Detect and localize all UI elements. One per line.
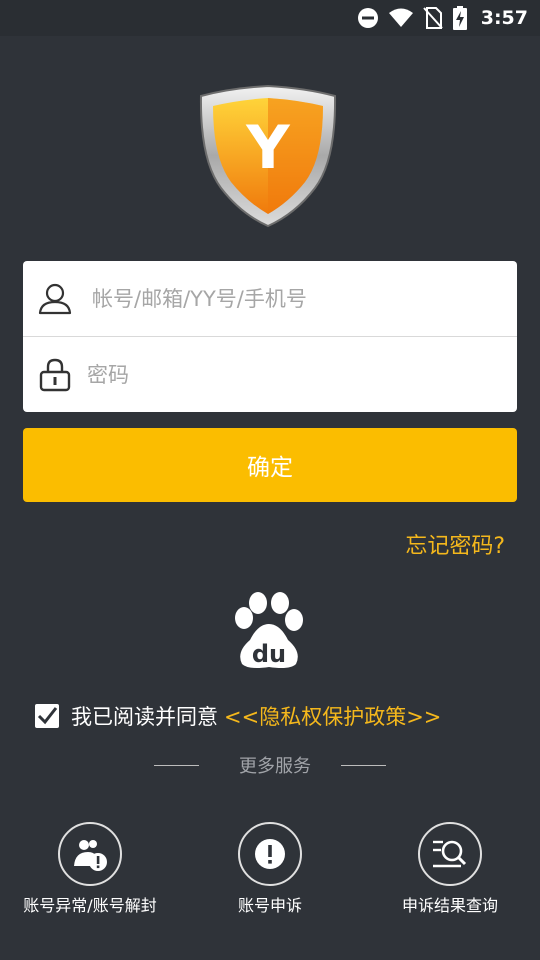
divider-line-right (341, 764, 386, 766)
service-icon-circle (238, 822, 302, 886)
baidu-paw-logo: du (235, 592, 303, 668)
login-form (23, 261, 517, 412)
status-time: 3:57 (480, 7, 528, 29)
divider-line-left (154, 764, 199, 766)
agreement-checkbox[interactable] (35, 704, 59, 728)
account-field-row (23, 261, 517, 337)
privacy-policy-link[interactable]: <<隐私权保护政策>> (224, 701, 441, 731)
checkmark-icon (37, 707, 58, 725)
do-not-disturb-icon (357, 8, 378, 28)
service-label: 账号申诉 (237, 896, 302, 915)
baidu-logo-text: du (252, 640, 286, 668)
agreement-text: 我已阅读并同意 (71, 705, 218, 729)
account-input[interactable] (92, 286, 492, 311)
status-bar: 3:57 (0, 0, 540, 36)
service-label: 账号异常/账号解封 (23, 896, 157, 915)
agreement-row: 我已阅读并同意 <<隐私权保护政策>> (35, 700, 441, 732)
search-list-icon (433, 840, 467, 868)
status-icons: 3:57 (357, 0, 528, 36)
service-label: 申诉结果查询 (401, 896, 498, 915)
account-warning-icon (74, 840, 107, 871)
yy-shield-logo: Y (199, 84, 337, 228)
exclamation-icon (255, 839, 285, 869)
forgot-password-link[interactable]: 忘记密码? (405, 528, 505, 560)
service-appeal-result[interactable]: 申诉结果查询 (350, 822, 540, 916)
service-icon-circle (418, 822, 482, 886)
logo-letter: Y (245, 113, 291, 183)
more-services-label: 更多服务 (239, 756, 311, 777)
lock-icon (39, 358, 71, 391)
no-sim-icon (422, 7, 443, 29)
battery-charging-icon (452, 6, 467, 30)
service-icon-circle (58, 822, 122, 886)
password-input[interactable] (87, 362, 487, 387)
user-icon (38, 283, 72, 314)
more-services-divider: 更多服务 (0, 750, 540, 780)
service-account-appeal[interactable]: 账号申诉 (170, 822, 370, 916)
confirm-button[interactable]: 确定 (23, 428, 517, 502)
service-account-unblock[interactable]: 账号异常/账号解封 (0, 822, 190, 916)
password-field-row (23, 337, 517, 412)
wifi-icon (388, 8, 413, 27)
